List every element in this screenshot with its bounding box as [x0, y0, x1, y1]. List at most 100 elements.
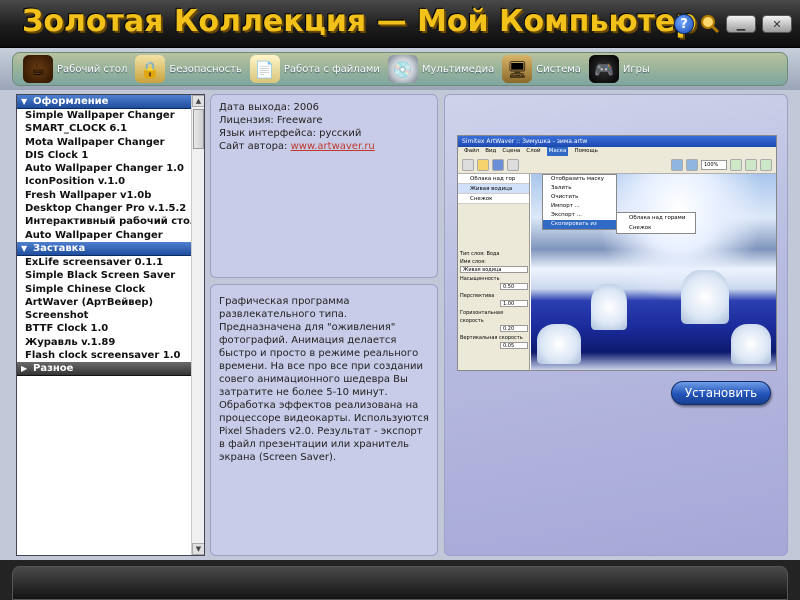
- tab-multimedia[interactable]: 💿 Мультимедиа: [387, 54, 494, 84]
- tab-games-label: Игры: [622, 63, 650, 75]
- list-item[interactable]: Журавль v.1.89: [17, 336, 192, 349]
- bottom-panel: [12, 566, 788, 600]
- screenshot-menu-entry: Экспорт ...: [551, 212, 582, 218]
- interface-language: Язык интерфейса: русский: [219, 128, 362, 139]
- tab-system[interactable]: 🖥 Система: [502, 54, 581, 84]
- tab-security-label: Безопасность: [169, 63, 242, 75]
- program-list-panel: ▼ Оформление Simple Wallpaper Changer SM…: [16, 94, 205, 556]
- prop-label: Вертикальная скорость: [460, 335, 523, 341]
- screenshot-menu-entry: Отобразить маску: [551, 176, 604, 182]
- list-item[interactable]: Simple Wallpaper Changer: [17, 109, 192, 122]
- list-item[interactable]: Fresh Wallpaper v1.0b: [17, 189, 192, 202]
- scroll-thumb[interactable]: [193, 109, 204, 149]
- list-scrollbar[interactable]: ▲ ▼: [191, 95, 204, 555]
- coffee-cup-icon: ☕: [23, 55, 53, 83]
- screenshot-menu-entry: Очистить: [551, 194, 579, 200]
- screenshot-menu-entry: Залить: [551, 185, 572, 191]
- list-item[interactable]: BTTF Clock 1.0: [17, 322, 192, 335]
- snowy-tree-shape: [591, 284, 627, 330]
- scroll-up-icon[interactable]: ▲: [192, 95, 204, 107]
- zoom-fit-icon: [760, 158, 772, 171]
- author-site-label: Сайт автора:: [219, 141, 291, 152]
- group-header-misc[interactable]: ▶ Разное: [17, 362, 192, 377]
- program-description: Графическая программа развлекательного т…: [219, 296, 429, 463]
- gamepad-icon: 🎮: [588, 55, 619, 83]
- group-header-screensaver[interactable]: ▼ Заставка: [17, 241, 192, 256]
- window-controls: ? ▁ ✕: [674, 14, 792, 34]
- list-item[interactable]: Screenshot: [17, 309, 192, 322]
- snowy-tree-shape: [537, 324, 581, 364]
- tab-files[interactable]: 📄 Работа с файлами: [249, 54, 380, 84]
- zoom-field: 100%: [701, 159, 727, 170]
- screenshot-menu-entry: Импорт ...: [551, 203, 580, 209]
- list-item[interactable]: IconPosition v.1.0: [17, 175, 192, 188]
- close-button[interactable]: ✕: [762, 15, 792, 33]
- list-item[interactable]: ExLife screensaver 0.1.1: [17, 256, 192, 269]
- tab-system-label: Система: [536, 63, 581, 75]
- screenshot-layer: Снежок: [458, 194, 529, 204]
- list-item[interactable]: Mota Wallpaper Changer: [17, 136, 192, 149]
- prop-field: 1.00: [500, 300, 528, 307]
- monitor-icon: 🖥: [502, 55, 533, 83]
- screenshot-body: Облака над гор Живая водица Снежок Тип с…: [458, 174, 776, 370]
- screenshot-menu-item: Помощь: [574, 148, 598, 154]
- list-item[interactable]: Simple Black Screen Saver: [17, 269, 192, 282]
- category-tabs: ☕ Рабочий стол 🔒 Безопасность 📄 Работа с…: [12, 52, 788, 86]
- screenshot-submenu-entry: Облака над горами: [629, 215, 686, 221]
- tab-files-label: Работа с файлами: [283, 63, 380, 75]
- screenshot-layer: Облака над гор: [458, 174, 529, 184]
- documents-icon: 📄: [249, 55, 280, 83]
- program-info-panel: Дата выхода: 2006 Лицензия: Freeware Язы…: [210, 94, 438, 278]
- list-item[interactable]: Auto Wallpaper Changer 1.0: [17, 162, 192, 175]
- scroll-down-icon[interactable]: ▼: [192, 543, 204, 555]
- tab-games[interactable]: 🎮 Игры: [588, 54, 650, 84]
- screenshot-menu-entry: Скопировать из: [543, 220, 616, 229]
- group-header-design[interactable]: ▼ Оформление: [17, 95, 192, 109]
- list-item[interactable]: Flash clock screensaver 1.0: [17, 349, 192, 362]
- prop-label: Горизонтальная скорость: [460, 310, 503, 324]
- tab-security[interactable]: 🔒 Безопасность: [135, 54, 242, 84]
- screenshot-menu-item: Маска: [546, 147, 569, 156]
- new-file-icon: [462, 158, 474, 171]
- app-title: Золотая Коллекция — Мой Компьютер: [22, 4, 697, 39]
- image-icon: [507, 158, 519, 171]
- tab-desktop[interactable]: ☕ Рабочий стол: [23, 54, 127, 84]
- list-item[interactable]: DIS Clock 1: [17, 149, 192, 162]
- minimize-button[interactable]: ▁: [726, 15, 756, 33]
- screenshot-window-title: Simitex ArtWaver :: Зимушка - зима.artw: [458, 136, 776, 147]
- screenshot-layers-panel: Облака над гор Живая водица Снежок Тип с…: [458, 174, 530, 370]
- screenshot-menu-item: Файл: [464, 148, 480, 154]
- prop-field: 0.50: [500, 283, 528, 290]
- list-item[interactable]: Интерактивный рабочий стол: [17, 215, 197, 228]
- main-area: ▼ Оформление Simple Wallpaper Changer SM…: [0, 90, 800, 560]
- author-site-link[interactable]: www.artwaver.ru: [291, 141, 375, 152]
- screenshot-layer: Живая водица: [458, 184, 529, 194]
- snowy-tree-shape: [731, 324, 771, 364]
- prop-label: Имя слоя:: [460, 259, 486, 265]
- list-item[interactable]: SMART_CLOCK 6.1: [17, 122, 192, 135]
- screenshot-submenu-entry: Снежок: [629, 225, 652, 231]
- tab-desktop-label: Рабочий стол: [57, 63, 128, 75]
- caret-right-icon: ▶: [21, 364, 28, 374]
- list-item[interactable]: Desktop Changer Pro v.1.5.2: [17, 202, 192, 215]
- screenshot-menu-item: Слой: [526, 148, 541, 154]
- search-button[interactable]: [700, 14, 720, 34]
- preview-panel: Simitex ArtWaver :: Зимушка - зима.artw …: [444, 94, 788, 556]
- group-title: Разное: [33, 363, 74, 375]
- list-item[interactable]: Simple Chinese Clock: [17, 283, 192, 296]
- prop-label: Насыщенность: [460, 276, 500, 282]
- disc-icon: 💿: [387, 55, 418, 83]
- list-item[interactable]: ArtWaver (АртВейвер): [17, 296, 192, 309]
- help-button[interactable]: ?: [674, 14, 694, 34]
- title-bar: Золотая Коллекция — Мой Компьютер ? ▁ ✕: [0, 0, 800, 48]
- screenshot-menu-item: Вид: [485, 148, 497, 154]
- screenshot-context-menu: Отобразить маску Залить Очистить Импорт …: [542, 174, 617, 230]
- install-button[interactable]: Установить: [671, 381, 771, 405]
- image-icon: [686, 158, 698, 171]
- screenshot-properties: Тип слоя: Вода Имя слоя: Живая водица На…: [460, 250, 528, 351]
- list-item[interactable]: Auto Wallpaper Changer: [17, 229, 192, 242]
- prop-label: Перспектива: [460, 293, 495, 299]
- screenshot-submenu: Облака над горами Снежок: [616, 212, 696, 234]
- author-site: Сайт автора: www.artwaver.ru: [219, 140, 429, 153]
- program-list: ▼ Оформление Simple Wallpaper Changer SM…: [17, 95, 197, 555]
